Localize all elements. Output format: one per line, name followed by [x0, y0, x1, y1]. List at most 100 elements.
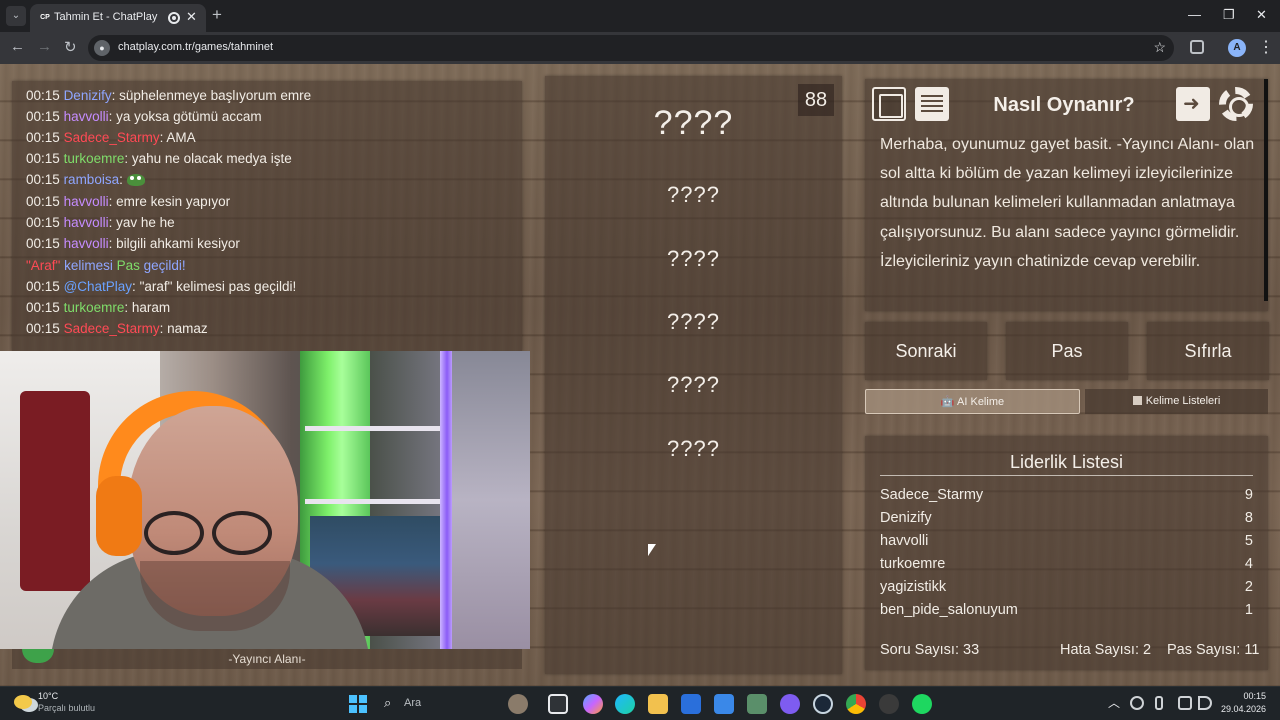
next-button[interactable]: Sonraki	[865, 322, 987, 380]
url-text[interactable]: chatplay.com.tr/games/tahminet	[118, 41, 273, 53]
chat-username[interactable]: havvolli	[64, 194, 109, 209]
discord-icon[interactable]	[780, 694, 800, 714]
extensions-puzzle-icon[interactable]	[1190, 40, 1204, 54]
tab-close-icon[interactable]: ✕	[186, 9, 197, 25]
weather-cloud-icon[interactable]	[14, 695, 32, 709]
player-score: 9	[1244, 487, 1253, 503]
words-panel: 88 ????????????????????????	[545, 76, 842, 674]
profile-avatar[interactable]: A	[1228, 39, 1246, 57]
clock-time[interactable]: 00:15	[1243, 691, 1266, 701]
clock-date[interactable]: 29.04.2026	[1221, 704, 1266, 714]
chat-username[interactable]: @ChatPlay	[64, 279, 132, 294]
chat-username[interactable]: havvolli	[64, 236, 109, 251]
weather-temperature[interactable]: 10°C	[38, 691, 58, 701]
chat-separator: :	[119, 172, 127, 187]
webcam-overlay	[0, 351, 530, 649]
chat-message: 00:15 ramboisa:	[26, 172, 145, 187]
chat-separator: :	[132, 279, 140, 294]
browser-menu-icon[interactable]: ⋮	[1258, 37, 1274, 57]
widget-animal-icon[interactable]	[508, 694, 528, 714]
word-lists-label: Kelime Listeleri	[1145, 395, 1221, 407]
network-icon[interactable]	[1178, 696, 1192, 710]
restore-icon[interactable]: ❐	[1223, 7, 1235, 23]
pepe-emote-icon	[126, 174, 145, 187]
spotify-icon[interactable]	[912, 694, 932, 714]
chat-username[interactable]: havvolli	[64, 109, 109, 124]
chat-username[interactable]: Sadece_Starmy	[64, 321, 160, 336]
player-name: Denizify	[880, 510, 932, 526]
chat-message: 00:15 Sadece_Starmy: AMA	[26, 130, 196, 145]
chat-username[interactable]: ramboisa	[64, 172, 120, 187]
weather-description[interactable]: Parçalı bulutlu	[38, 703, 95, 713]
new-tab-plus-icon[interactable]: +	[212, 5, 222, 25]
player-name: turkoemre	[880, 556, 946, 572]
chat-username[interactable]: Denizify	[64, 88, 112, 103]
list-icon	[1132, 396, 1142, 405]
chat-separator: :	[124, 300, 132, 315]
settings-gear-icon[interactable]	[1219, 87, 1253, 121]
question-count: Soru Sayısı: 33	[880, 642, 980, 658]
microphone-icon[interactable]	[1155, 696, 1163, 710]
tray-chevron-up-icon[interactable]: ︿	[1108, 694, 1120, 711]
chat-username[interactable]: havvolli	[64, 215, 109, 230]
volume-icon[interactable]	[1198, 696, 1212, 710]
exit-icon[interactable]	[1176, 87, 1210, 121]
chat-separator: :	[108, 109, 117, 124]
player-name: Sadece_Starmy	[880, 487, 984, 503]
browser-tab-active[interactable]: CP Tahmin Et - ChatPlay ✕	[30, 4, 206, 32]
taskbar-search[interactable]: Ara	[404, 697, 421, 709]
copilot-icon[interactable]	[583, 694, 603, 714]
chat-timestamp: 00:15	[26, 300, 60, 315]
file-explorer-icon[interactable]	[648, 694, 668, 714]
chat-timestamp: 00:15	[26, 172, 60, 187]
site-info-icon[interactable]: ●	[94, 40, 110, 56]
window-close-icon[interactable]: ✕	[1256, 7, 1267, 23]
chat-message: 00:15 havvolli: yav he he	[26, 215, 175, 230]
player-score: 5	[1244, 533, 1253, 549]
player-score: 2	[1244, 579, 1253, 595]
windows-start-icon[interactable]	[349, 695, 367, 713]
chat-username[interactable]: turkoemre	[64, 151, 125, 166]
chat-timestamp: 00:15	[26, 215, 60, 230]
tab-search-chevron-icon[interactable]: ⌄	[6, 6, 26, 26]
main-hidden-word: ????	[653, 104, 734, 142]
chrome-icon[interactable]	[846, 694, 866, 714]
gaming-chair	[20, 391, 90, 591]
bookmark-star-icon[interactable]: ☆	[1153, 39, 1166, 56]
player-score: 4	[1244, 556, 1253, 572]
terminal-icon[interactable]	[548, 694, 568, 714]
tab-recording-icon[interactable]	[168, 12, 180, 24]
address-bar[interactable]: ● chatplay.com.tr/games/tahminet ☆	[88, 35, 1174, 61]
reset-button[interactable]: Sıfırla	[1147, 322, 1269, 380]
steam-icon[interactable]	[813, 694, 833, 714]
obs-icon[interactable]	[879, 694, 899, 714]
store-icon[interactable]	[681, 694, 701, 714]
chat-timestamp: 00:15	[26, 321, 60, 336]
scrollbar[interactable]	[1264, 79, 1268, 301]
chat-text: bilgili ahkami kesiyor	[116, 236, 240, 251]
back-arrow-icon[interactable]: ←	[10, 38, 25, 55]
chat-text: namaz	[167, 321, 208, 336]
chat-text: yav he he	[116, 215, 175, 230]
reload-icon[interactable]: ↻	[64, 38, 77, 56]
chat-timestamp: 00:15	[26, 130, 60, 145]
forbidden-word: ????	[667, 246, 720, 271]
search-icon[interactable]: ⌕	[384, 695, 391, 711]
pass-button[interactable]: Pas	[1006, 322, 1128, 380]
how-to-play-panel: Nasıl Oynanır? Merhaba, oyunumuz gayet b…	[865, 79, 1268, 311]
word-lists-button[interactable]: Kelime Listeleri	[1085, 389, 1268, 414]
player-score: 8	[1244, 510, 1253, 526]
mail-icon[interactable]	[714, 694, 734, 714]
forbidden-word: ????	[667, 436, 720, 461]
forbidden-word: ????	[667, 182, 720, 207]
ai-word-button[interactable]: 🤖 AI Kelime	[865, 389, 1080, 414]
edge-icon[interactable]	[615, 694, 635, 714]
shelf	[305, 499, 445, 504]
forward-arrow-icon[interactable]: →	[37, 38, 52, 55]
sync-icon[interactable]	[1130, 696, 1144, 710]
chat-username[interactable]: turkoemre	[64, 300, 125, 315]
chat-username[interactable]: Sadece_Starmy	[64, 130, 160, 145]
photos-icon[interactable]	[747, 694, 767, 714]
background-wall	[452, 351, 530, 649]
minimize-icon[interactable]: —	[1188, 7, 1201, 22]
